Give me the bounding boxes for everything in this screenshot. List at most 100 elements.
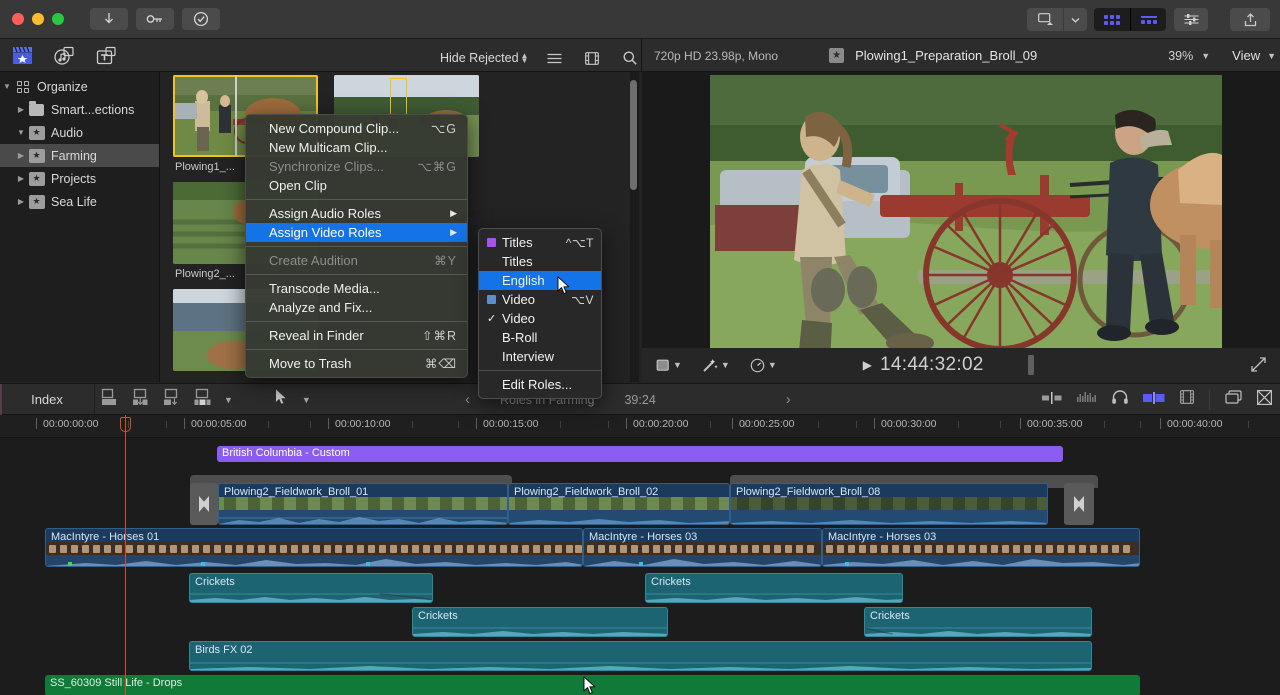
menu-item-assign-audio-roles[interactable]: Assign Audio Roles ▶ <box>246 204 467 223</box>
timeline-audio-clip[interactable]: Crickets <box>864 607 1092 637</box>
speed-gauge-icon[interactable]: ▼ <box>750 358 777 373</box>
playhead-handle[interactable] <box>120 417 131 432</box>
timecode-scrubber-handle[interactable] <box>1028 355 1034 375</box>
zoom-window-button[interactable] <box>52 13 64 25</box>
select-tool-icon[interactable] <box>275 389 287 410</box>
view-menu-label[interactable]: View <box>1232 48 1260 63</box>
timeline-audio-clip[interactable]: Birds FX 02 <box>189 641 1092 671</box>
assign-video-roles-submenu[interactable]: Titles ^⌥T Titles English Video ⌥V ✓ Vid… <box>478 228 602 399</box>
disclosure-right-icon[interactable]: ▶ <box>14 197 28 206</box>
overwrite-edit-icon[interactable] <box>162 388 181 411</box>
menu-item-assign-video-roles[interactable]: Assign Video Roles ▶ <box>246 223 467 242</box>
transform-icon[interactable]: ▼ <box>656 359 682 372</box>
disclosure-down-icon[interactable]: ▼ <box>14 128 28 137</box>
timeline-panel[interactable]: 00:00:00:00 00:00:05:00 00:00:10:00 00:0… <box>0 415 1280 695</box>
viewer-timecode-group[interactable]: ▶ 14:44:32:02 <box>863 354 984 376</box>
share-button[interactable] <box>1230 8 1270 31</box>
music-photos-icon[interactable] <box>52 43 76 67</box>
timeline-primary-clip[interactable]: MacIntyre - Horses 03 <box>583 528 822 567</box>
timeline-close-icon[interactable] <box>1257 390 1272 410</box>
chevron-down-icon[interactable]: ▼ <box>768 360 777 370</box>
timeline-video-clip[interactable]: Plowing2_Fieldwork_Broll_01 <box>218 483 508 525</box>
submenu-item-interview-subrole[interactable]: Interview <box>479 347 601 366</box>
timeline-index-icon[interactable] <box>1130 8 1166 31</box>
airplay-icon[interactable] <box>1027 8 1063 31</box>
timeline-primary-clip[interactable]: MacIntyre - Horses 03 <box>822 528 1140 567</box>
browser-grid-icon[interactable] <box>1094 8 1130 31</box>
menu-item-open-clip[interactable]: Open Clip <box>246 176 467 195</box>
clapperboard-icon[interactable] <box>10 43 34 67</box>
disclosure-right-icon[interactable]: ▶ <box>14 105 28 114</box>
clip-appearance-icon[interactable] <box>1180 390 1194 409</box>
viewer-timecode[interactable]: 14:44:32:02 <box>880 354 984 376</box>
view-chevron-down-icon[interactable]: ▼ <box>1267 51 1276 61</box>
chevron-down-icon[interactable]: ▼ <box>302 395 311 405</box>
timeline-audio-clip[interactable]: Crickets <box>412 607 668 637</box>
menu-item-reveal-in-finder[interactable]: Reveal in Finder ⇧⌘R <box>246 326 467 345</box>
keywords-button[interactable] <box>136 8 174 30</box>
insert-edit-icon[interactable] <box>131 388 150 411</box>
menu-item-transcode-media[interactable]: Transcode Media... <box>246 279 467 298</box>
audio-meters-icon[interactable] <box>1042 391 1062 409</box>
timeline-video-clip[interactable]: Plowing2_Fieldwork_Broll_02 <box>508 483 730 525</box>
menu-item-new-multicam-clip[interactable]: New Multicam Clip... <box>246 138 467 157</box>
window-icon[interactable] <box>1225 390 1242 410</box>
zoom-chevron-down-icon[interactable]: ▼ <box>1201 51 1210 61</box>
menu-item-new-compound-clip[interactable]: New Compound Clip... ⌥G <box>246 119 467 138</box>
effects-wand-icon[interactable]: ▼ <box>702 358 730 373</box>
submenu-item-video-role[interactable]: Video ⌥V <box>479 290 601 309</box>
sidebar-item-projects[interactable]: ▶ ★ Projects <box>0 167 159 190</box>
chevron-down-icon[interactable]: ▼ <box>673 360 682 370</box>
fullscreen-icon[interactable] <box>1251 357 1266 377</box>
prev-arrow-icon[interactable]: ‹ <box>465 391 470 408</box>
chevron-down-icon[interactable]: ▼ <box>721 360 730 370</box>
submenu-item-english-subrole[interactable]: English <box>479 271 601 290</box>
disclosure-right-icon[interactable]: ▶ <box>14 151 28 160</box>
skimmer-icon[interactable] <box>1143 391 1165 409</box>
transition-handle[interactable] <box>1064 483 1094 525</box>
timeline-ruler[interactable]: 00:00:00:00 00:00:05:00 00:00:10:00 00:0… <box>0 415 1280 438</box>
browser-scrollbar-track[interactable] <box>630 72 639 382</box>
timeline-video-clip[interactable]: Plowing2_Fieldwork_Broll_08 <box>730 483 1048 525</box>
close-window-button[interactable] <box>12 13 24 25</box>
submenu-item-video-subrole[interactable]: ✓ Video <box>479 309 601 328</box>
append-edit-icon[interactable] <box>100 388 119 411</box>
menu-item-move-to-trash[interactable]: Move to Trash ⌘⌫ <box>246 354 467 373</box>
play-triangle-icon[interactable]: ▶ <box>863 358 872 372</box>
titles-generators-icon[interactable] <box>94 43 118 67</box>
list-view-icon[interactable] <box>542 46 566 70</box>
zoom-level-label[interactable]: 39% <box>1168 49 1193 63</box>
chevron-down-icon[interactable]: ▼ <box>224 395 233 405</box>
timeline-index-button[interactable]: Index <box>0 384 95 415</box>
transition-handle[interactable] <box>190 483 218 525</box>
sidebar-item-organize[interactable]: ▼ Organize <box>0 75 159 98</box>
chevron-down-icon[interactable] <box>1063 8 1087 31</box>
sidebar-item-farming[interactable]: ▶ ★ Farming <box>0 144 159 167</box>
minimize-window-button[interactable] <box>32 13 44 25</box>
filmstrip-view-icon[interactable] <box>580 46 604 70</box>
audio-waveform-icon[interactable] <box>1077 391 1097 409</box>
sidebar-item-smart-collections[interactable]: ▶ Smart...ections <box>0 98 159 121</box>
effects-sliders-icon[interactable] <box>1174 8 1208 31</box>
submenu-item-broll-subrole[interactable]: B-Roll <box>479 328 601 347</box>
disclosure-down-icon[interactable]: ▼ <box>0 82 14 91</box>
next-arrow-icon[interactable]: › <box>786 391 791 408</box>
search-icon[interactable] <box>618 46 642 70</box>
timeline-title-clip[interactable]: British Columbia - Custom <box>217 446 1063 462</box>
disclosure-right-icon[interactable]: ▶ <box>14 174 28 183</box>
playhead[interactable] <box>125 415 126 695</box>
browser-scrollbar-thumb[interactable] <box>630 80 637 190</box>
menu-item-analyze-and-fix[interactable]: Analyze and Fix... <box>246 298 467 317</box>
sidebar-item-sea-life[interactable]: ▶ ★ Sea Life <box>0 190 159 213</box>
timeline-audio-clip[interactable]: Crickets <box>189 573 433 603</box>
timeline-audio-clip[interactable]: Crickets <box>645 573 903 603</box>
hide-rejected-dropdown[interactable]: Hide Rejected ▲▼ <box>440 51 528 65</box>
headphones-icon[interactable] <box>1112 390 1128 409</box>
background-tasks-button[interactable] <box>182 8 220 30</box>
submenu-item-titles-subrole[interactable]: Titles <box>479 252 601 271</box>
connect-edit-icon[interactable] <box>193 388 212 411</box>
clip-context-menu[interactable]: New Compound Clip... ⌥G New Multicam Cli… <box>245 114 468 378</box>
submenu-item-edit-roles[interactable]: Edit Roles... <box>479 375 601 394</box>
import-media-button[interactable] <box>90 8 128 30</box>
sidebar-item-audio[interactable]: ▼ ★ Audio <box>0 121 159 144</box>
